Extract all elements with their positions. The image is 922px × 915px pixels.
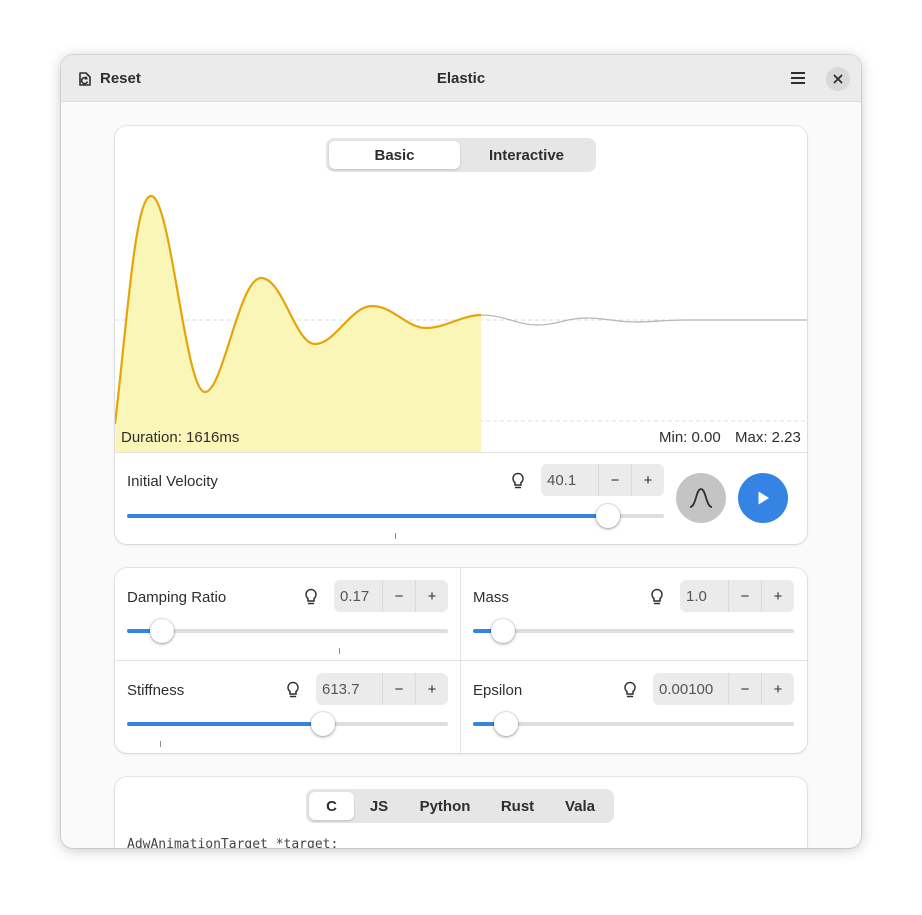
epsilon-decrement[interactable]: − — [728, 673, 761, 705]
epsilon-value[interactable]: 0.00100 — [653, 673, 728, 705]
tab-interactive[interactable]: Interactive — [460, 141, 593, 169]
initial-velocity-label: Initial Velocity — [127, 473, 218, 490]
mass-spin: 1.0 − + — [680, 580, 794, 612]
spring-graph — [115, 194, 807, 452]
lightbulb-icon[interactable] — [649, 588, 665, 606]
app-window: Reset Elastic Basic Interactive Duration… — [61, 55, 861, 848]
play-button[interactable] — [738, 473, 788, 523]
graph-separator — [115, 452, 807, 453]
stiffness-slider-knob[interactable] — [311, 712, 335, 736]
hamburger-icon — [791, 72, 805, 84]
parameters-card: Damping Ratio 0.17 − + Mass 1.0 − + Stif… — [115, 568, 807, 753]
animation-card: Basic Interactive Duration: 1616ms Min: … — [115, 126, 807, 544]
close-button[interactable] — [826, 67, 850, 91]
language-switcher: C JS Python Rust Vala — [306, 789, 614, 823]
mass-value[interactable]: 1.0 — [680, 580, 728, 612]
stiffness-increment[interactable]: + — [415, 673, 448, 705]
parameters-horizontal-separator — [115, 660, 807, 661]
tab-python[interactable]: Python — [404, 792, 486, 820]
play-icon — [758, 491, 769, 505]
stiffness-spin: 613.7 − + — [316, 673, 448, 705]
duration-label: Duration: 1616ms — [121, 429, 240, 446]
epsilon-slider[interactable] — [473, 712, 794, 736]
epsilon-slider-knob[interactable] — [494, 712, 518, 736]
damping-ratio-slider-knob[interactable] — [150, 619, 174, 643]
curve-button[interactable] — [676, 473, 726, 523]
initial-velocity-value[interactable]: 40.1 — [541, 464, 598, 496]
initial-velocity-spin: 40.1 − + — [541, 464, 664, 496]
initial-velocity-slider-knob[interactable] — [596, 504, 620, 528]
reset-label: Reset — [100, 70, 141, 87]
mass-decrement[interactable]: − — [728, 580, 761, 612]
mass-label: Mass — [473, 589, 509, 606]
curve-icon — [689, 488, 713, 508]
tab-rust[interactable]: Rust — [486, 792, 549, 820]
reset-button[interactable]: Reset — [69, 63, 149, 94]
tab-c[interactable]: C — [309, 792, 354, 820]
epsilon-spin: 0.00100 − + — [653, 673, 794, 705]
damping-ratio-label: Damping Ratio — [127, 589, 227, 606]
epsilon-label: Epsilon — [473, 682, 523, 699]
window-title: Elastic — [436, 70, 486, 87]
graph-fill — [115, 196, 481, 452]
slider-mark — [339, 648, 340, 654]
initial-velocity-increment[interactable]: + — [631, 464, 664, 496]
tab-js[interactable]: JS — [354, 792, 404, 820]
mass-slider-knob[interactable] — [491, 619, 515, 643]
epsilon-increment[interactable]: + — [761, 673, 794, 705]
tab-basic[interactable]: Basic — [329, 141, 460, 169]
code-view[interactable]: AdwAnimationTarget *target; — [127, 837, 338, 848]
stiffness-label: Stiffness — [127, 682, 185, 699]
lightbulb-icon[interactable] — [285, 681, 301, 699]
damping-ratio-spin: 0.17 − + — [334, 580, 448, 612]
min-label: Min: 0.00 — [659, 429, 721, 446]
stiffness-value[interactable]: 613.7 — [316, 673, 382, 705]
reset-icon — [79, 71, 91, 86]
damping-ratio-value[interactable]: 0.17 — [334, 580, 382, 612]
tab-vala[interactable]: Vala — [549, 792, 611, 820]
stiffness-slider[interactable] — [127, 712, 448, 747]
code-card: C JS Python Rust Vala AdwAnimationTarget… — [115, 777, 807, 848]
header-bar: Reset Elastic — [61, 55, 861, 102]
main-menu-button[interactable] — [783, 63, 813, 93]
stiffness-decrement[interactable]: − — [382, 673, 415, 705]
slider-mark — [160, 741, 161, 747]
mass-slider[interactable] — [473, 619, 794, 643]
lightbulb-icon[interactable] — [510, 472, 526, 490]
slider-mark — [395, 533, 396, 539]
damping-ratio-decrement[interactable]: − — [382, 580, 415, 612]
initial-velocity-slider[interactable] — [127, 504, 664, 539]
lightbulb-icon[interactable] — [303, 588, 319, 606]
lightbulb-icon[interactable] — [622, 681, 638, 699]
mass-increment[interactable]: + — [761, 580, 794, 612]
max-label: Max: 2.23 — [735, 429, 801, 446]
mode-switcher: Basic Interactive — [326, 138, 596, 172]
damping-ratio-increment[interactable]: + — [415, 580, 448, 612]
damping-ratio-slider[interactable] — [127, 619, 448, 654]
initial-velocity-decrement[interactable]: − — [598, 464, 631, 496]
close-icon — [833, 74, 843, 84]
